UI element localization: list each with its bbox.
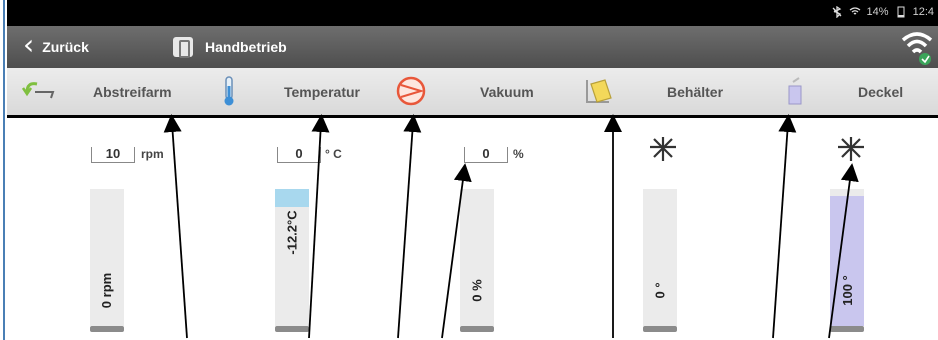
arm-icon[interactable] xyxy=(21,76,57,106)
tab-label: Vakuum xyxy=(480,83,534,100)
title-bar: ‹ Zurück Handbetrieb xyxy=(7,26,938,68)
control-panel: 10 rpm 0 rpm 0 ° C -12.2°C 0 % 0 % 0 ° 1… xyxy=(7,121,938,340)
tab-vakuum[interactable]: Vakuum xyxy=(480,68,534,115)
tab-deckel[interactable]: Deckel xyxy=(858,68,903,115)
battery-percent: 14% xyxy=(866,6,889,18)
vakuum-bar[interactable]: 0 % xyxy=(460,189,494,332)
bar-base xyxy=(643,326,677,332)
deckel-bar[interactable]: 100 ° xyxy=(830,189,864,332)
wifi-status-icon xyxy=(849,7,860,15)
bar-base xyxy=(830,326,864,332)
tab-label: Abstreifarm xyxy=(93,83,172,100)
abstreifarm-bar-label: 0 rpm xyxy=(99,272,115,309)
bar-base xyxy=(90,326,124,332)
temperatur-unit: ° C xyxy=(325,147,342,161)
bar-base xyxy=(275,326,309,332)
abstreifarm-bar[interactable]: 0 rpm xyxy=(90,189,124,332)
tab-label: Temperatur xyxy=(284,83,360,100)
deckel-bar-label: 100 ° xyxy=(839,275,855,306)
vacuum-icon[interactable] xyxy=(393,76,429,106)
status-bar: 14% 12:4 xyxy=(7,0,938,26)
thermometer-icon[interactable] xyxy=(211,76,247,106)
temperatur-bar[interactable]: -12.2°C xyxy=(275,189,309,332)
vakuum-value-input[interactable]: 0 xyxy=(464,147,508,163)
bar-base xyxy=(460,326,494,332)
tab-temperatur[interactable]: Temperatur xyxy=(284,68,360,115)
behaelter-bar-label: 0 ° xyxy=(652,282,668,299)
clock: 12:4 xyxy=(912,6,934,18)
temperatur-value-input[interactable]: 0 xyxy=(277,147,321,163)
container-icon[interactable] xyxy=(581,76,617,106)
wifi-connection-icon[interactable] xyxy=(900,28,934,66)
vakuum-unit: % xyxy=(513,147,524,161)
back-button[interactable]: ‹ Zurück xyxy=(23,28,89,62)
tab-label: Behälter xyxy=(667,83,724,100)
tab-bar: Abstreifarm Temperatur Vakuum Behälter D… xyxy=(7,68,938,118)
tab-behaelter[interactable]: Behälter xyxy=(667,68,723,115)
abstreifarm-value-input[interactable]: 10 xyxy=(91,147,135,163)
left-edge-strip xyxy=(0,0,5,340)
temperatur-bar-label: -12.2°C xyxy=(284,210,300,255)
mode-title: Handbetrieb xyxy=(205,39,287,55)
deckel-rotation-icon[interactable] xyxy=(836,135,866,163)
chevron-left-icon: ‹ xyxy=(23,28,35,61)
manual-mode-icon xyxy=(173,37,193,58)
bluetooth-off-icon xyxy=(832,6,842,18)
vakuum-bar-label: 0 % xyxy=(469,279,485,302)
back-label: Zurück xyxy=(42,39,89,55)
mode-indicator: Handbetrieb xyxy=(173,32,287,62)
abstreifarm-unit: rpm xyxy=(141,147,164,161)
battery-icon xyxy=(897,6,905,18)
tab-label: Deckel xyxy=(858,83,904,100)
tab-abstreifarm[interactable]: Abstreifarm xyxy=(93,68,172,115)
lid-icon[interactable] xyxy=(777,76,813,106)
behaelter-rotation-icon[interactable] xyxy=(648,135,678,163)
behaelter-bar[interactable]: 0 ° xyxy=(643,189,677,332)
